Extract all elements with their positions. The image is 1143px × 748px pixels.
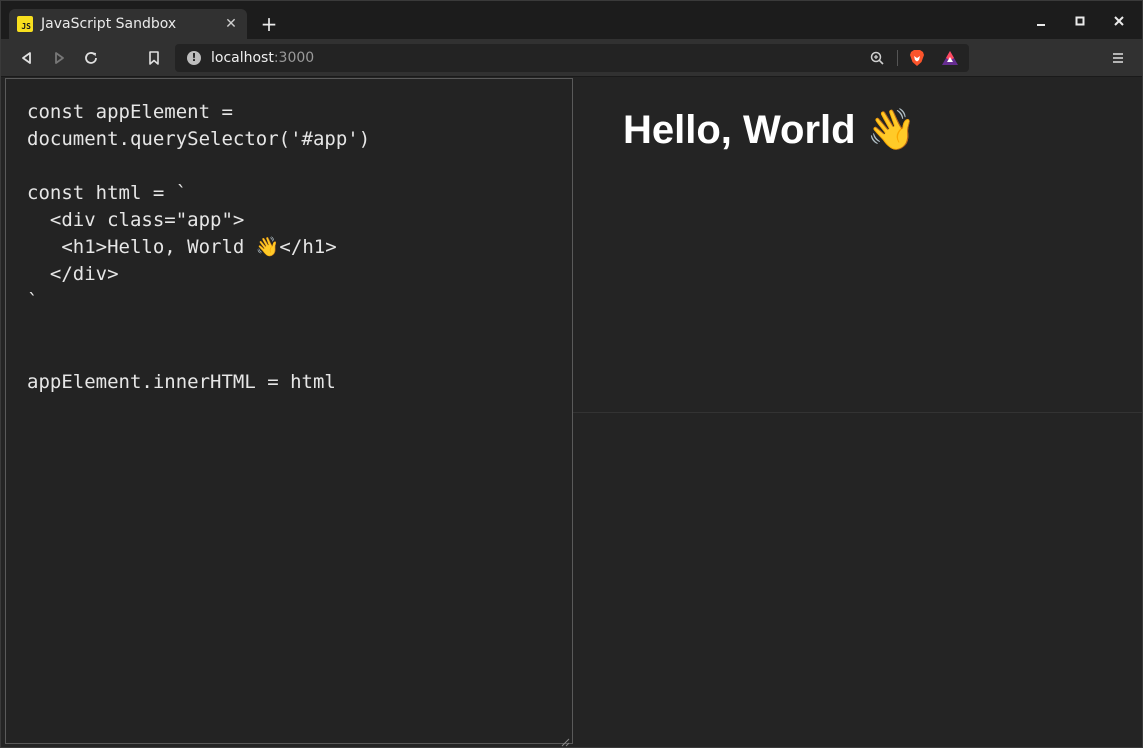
brave-rewards-icon[interactable] (941, 49, 959, 67)
new-tab-button[interactable]: + (259, 14, 279, 34)
back-arrow-icon[interactable] (18, 49, 36, 67)
tab-close-icon[interactable]: ✕ (223, 16, 239, 32)
preview-pane: Hello, World 👋 (573, 78, 1142, 413)
js-favicon-icon: JS (17, 16, 33, 32)
url-host: localhost (211, 50, 274, 66)
preview-heading: Hello, World 👋 (623, 108, 917, 152)
maximize-window-icon[interactable] (1073, 13, 1087, 27)
forward-arrow-icon[interactable] (50, 49, 68, 67)
address-bar[interactable]: ! localhost:3000 (175, 44, 969, 72)
resize-handle-icon[interactable] (561, 732, 570, 747)
hamburger-menu-icon[interactable] (1109, 49, 1127, 67)
info-icon[interactable]: ! (187, 51, 201, 65)
tab-javascript-sandbox[interactable]: JS JavaScript Sandbox ✕ (9, 9, 247, 39)
close-window-icon[interactable] (1112, 13, 1126, 27)
code-text: const appElement = document.querySelecto… (27, 101, 371, 393)
bookmark-icon[interactable] (145, 49, 163, 67)
browser-toolbar: ! localhost:3000 (1, 39, 1142, 77)
brave-shields-icon[interactable] (908, 49, 926, 67)
zoom-icon[interactable] (869, 50, 885, 66)
reload-icon[interactable] (82, 49, 100, 67)
page-content: const appElement = document.querySelecto… (1, 78, 1142, 747)
url-port: :3000 (273, 50, 315, 66)
browser-window: JS JavaScript Sandbox ✕ + ! localhost:3… (0, 0, 1143, 748)
code-editor-textarea[interactable]: const appElement = document.querySelecto… (5, 78, 573, 747)
address-bar-divider (897, 50, 898, 66)
tab-strip: JS JavaScript Sandbox ✕ + (1, 1, 1142, 39)
tab-title: JavaScript Sandbox (41, 16, 177, 32)
minimize-window-icon[interactable] (1034, 13, 1048, 27)
